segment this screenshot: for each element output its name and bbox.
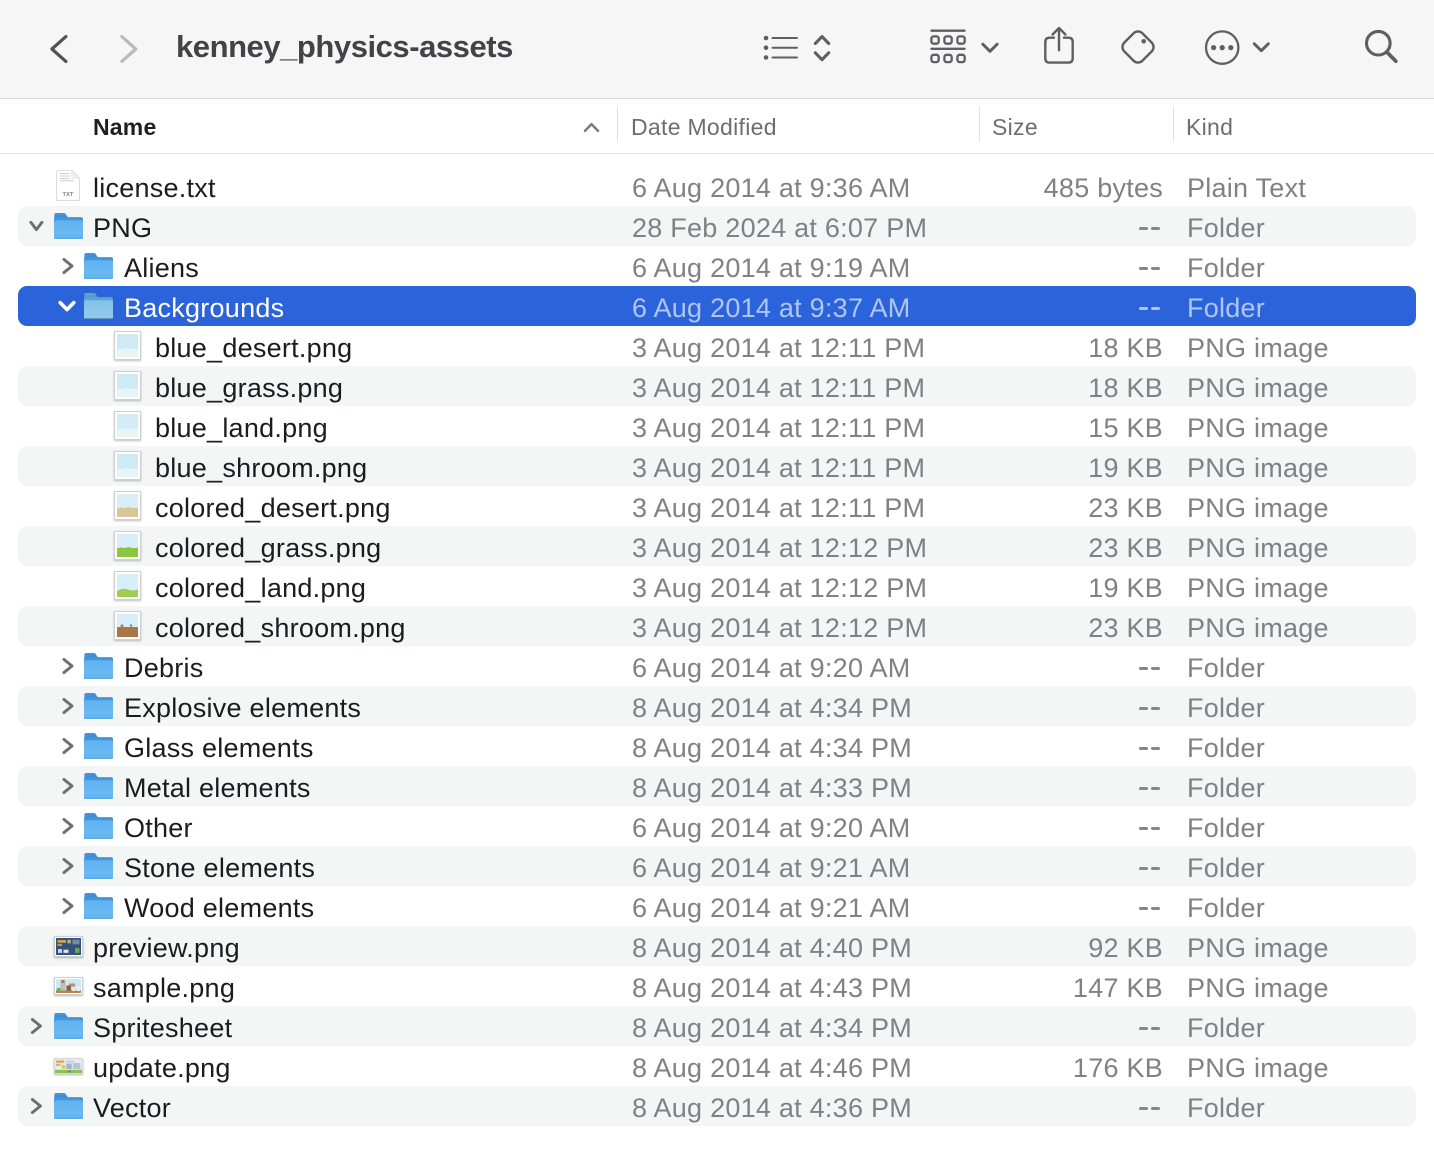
svg-text:TXT: TXT: [63, 192, 74, 198]
